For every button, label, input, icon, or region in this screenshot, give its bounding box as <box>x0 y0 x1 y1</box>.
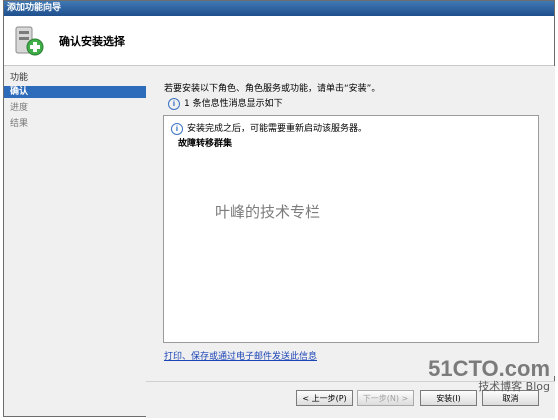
info-icon: i <box>168 97 180 110</box>
info-message-summary: i 1 条信息性消息显示如下 <box>168 96 283 110</box>
results-panel: i 安装完成之后，可能需要重新启动该服务器。 故障转移群集 叶峰的技术专栏 <box>163 115 539 343</box>
wizard-header: 确认安装选择 <box>4 16 554 66</box>
wizard-steps: 功能 确认 进度 结果 <box>4 66 146 386</box>
step-confirm[interactable]: 确认 <box>4 86 146 98</box>
instruction-text: 若要安装以下角色、角色服务或功能，请单击“安装”。 <box>164 84 381 94</box>
step-features[interactable]: 功能 <box>4 72 146 84</box>
previous-button[interactable]: < 上一步(P) <box>296 390 353 406</box>
info-icon: i <box>171 122 183 135</box>
step-progress: 进度 <box>10 103 29 113</box>
main-content: 若要安装以下角色、角色服务或功能，请单击“安装”。 i1 条信息性消息显示如下 … <box>146 66 555 376</box>
window-title: 添加功能向导 <box>7 3 62 13</box>
feature-name: 故障转移群集 <box>178 139 233 149</box>
step-results: 结果 <box>10 119 29 129</box>
info-count-text: 1 条信息性消息显示如下 <box>184 99 283 109</box>
server-add-icon <box>12 24 46 58</box>
next-button[interactable]: 下一步(N) > <box>357 390 414 406</box>
wizard-window: 添加功能向导 确认安装选择 功能 确认 进度 结果 若要安装以下角色、角色服务或… <box>3 0 555 418</box>
print-save-email-link[interactable]: 打印、保存或通过电子邮件发送此信息 <box>164 349 317 362</box>
restart-note-text: 安装完成之后，可能需要重新启动该服务器。 <box>187 124 368 134</box>
page-title: 确认安装选择 <box>59 35 125 48</box>
restart-note: i 安装完成之后，可能需要重新启动该服务器。 <box>171 121 367 135</box>
watermark-text: 叶峰的技术专栏 <box>215 203 321 221</box>
site-logo: 51CTO.com 技术博客 Blog <box>428 356 550 394</box>
title-bar: 添加功能向导 <box>4 1 554 16</box>
